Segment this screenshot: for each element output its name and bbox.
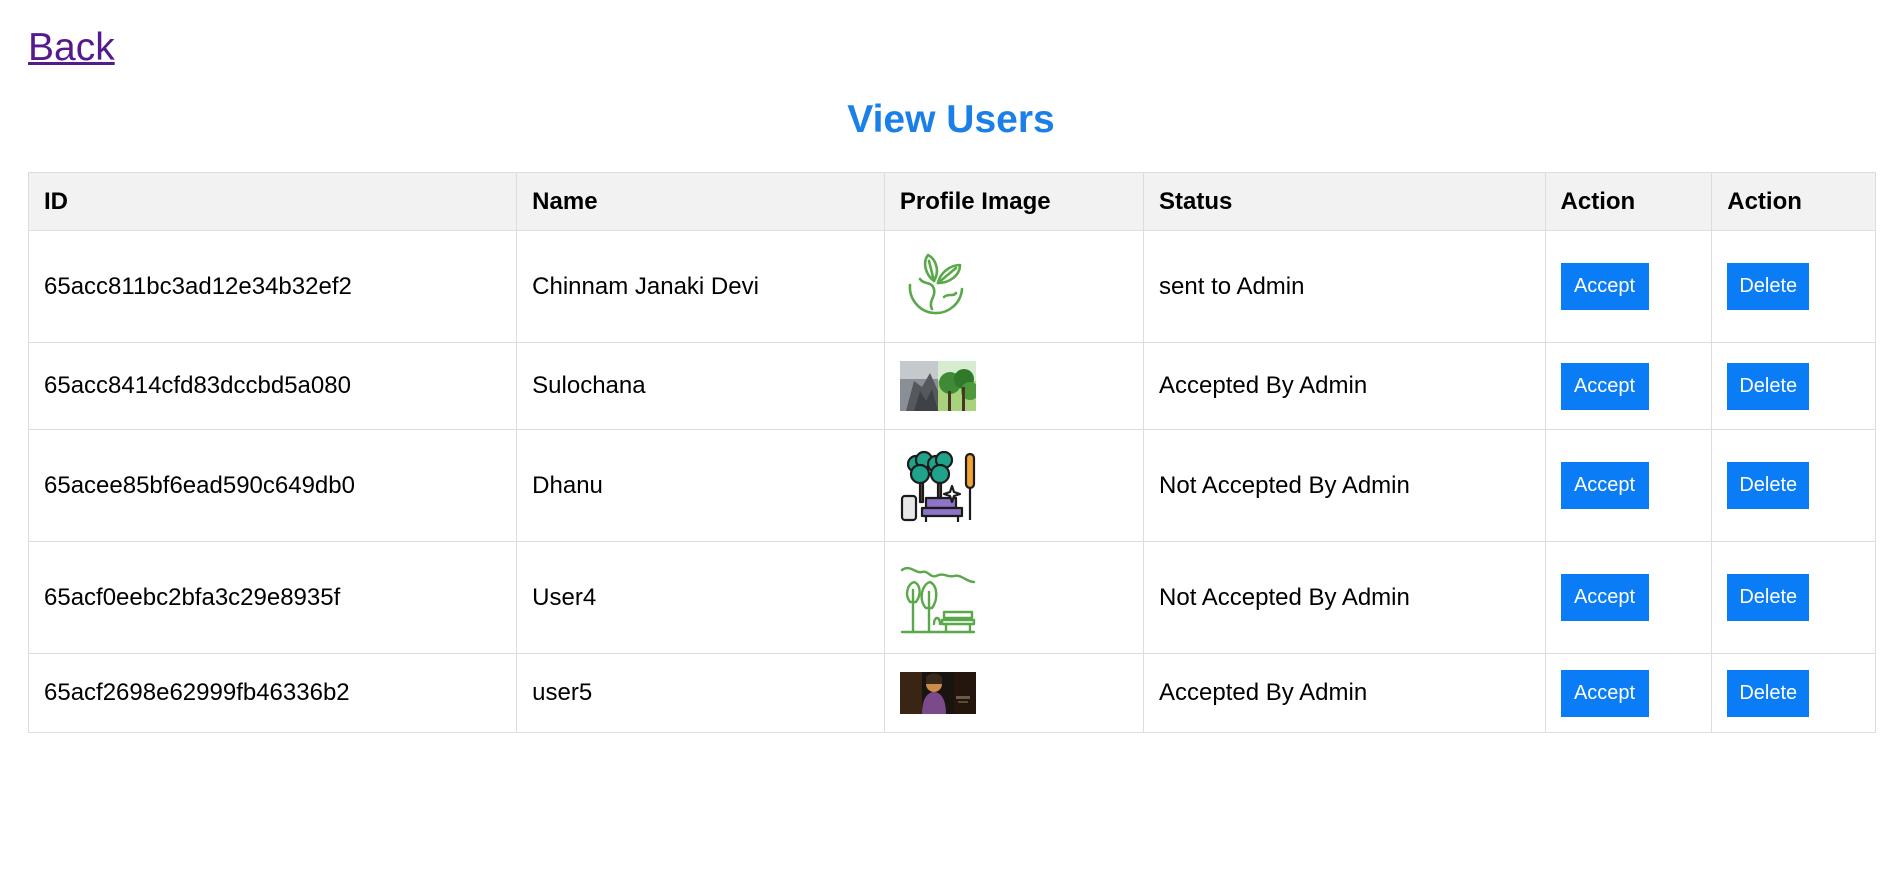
cell-status: sent to Admin [1143, 230, 1546, 343]
table-row: 65acf0eebc2bfa3c29e8935f User4 Not Accep… [27, 541, 1876, 654]
page: Back View Users ID Name Profile Image St… [0, 0, 1902, 894]
delete-button[interactable]: Delete [1727, 669, 1810, 717]
cell-profile-image [883, 653, 1145, 733]
eco-globe-leaves-icon [900, 251, 976, 323]
cell-profile-image [883, 429, 1145, 542]
delete-button[interactable]: Delete [1727, 462, 1810, 509]
table-row: 65acee85bf6ead590c649db0 Dhanu Not Accep… [27, 429, 1876, 542]
cell-profile-image [883, 541, 1145, 654]
delete-button[interactable]: Delete [1727, 263, 1810, 310]
cell-status: Not Accepted By Admin [1143, 541, 1546, 654]
header-profile-image: Profile Image [883, 172, 1145, 231]
park-outline-icon [900, 562, 976, 634]
cell-name: user5 [516, 653, 885, 733]
cell-status: Accepted By Admin [1143, 653, 1546, 733]
portrait-dark-photo [899, 672, 976, 714]
cell-name: Chinnam Janaki Devi [516, 230, 885, 343]
accept-button[interactable]: Accept [1560, 462, 1649, 509]
delete-button[interactable]: Delete [1727, 574, 1810, 621]
table-row: 65acf2698e62999fb46336b2 user5 Accepted … [27, 653, 1876, 733]
cell-status: Not Accepted By Admin [1143, 429, 1546, 542]
table-row: 65acc811bc3ad12e34b32ef2 Chinnam Janaki … [27, 230, 1876, 343]
page-title: View Users [847, 98, 1055, 141]
header-action-accept: Action [1544, 172, 1713, 231]
cell-profile-image [883, 342, 1145, 430]
park-bench-trees-icon [900, 450, 976, 522]
cell-status: Accepted By Admin [1143, 342, 1546, 430]
cell-id: 65acf2698e62999fb46336b2 [27, 653, 518, 733]
back-link[interactable]: Back [28, 26, 115, 70]
cell-id: 65acc8414cfd83dccbd5a080 [27, 342, 518, 430]
accept-button[interactable]: Accept [1560, 574, 1649, 621]
cell-name: User4 [516, 541, 885, 654]
delete-button[interactable]: Delete [1727, 362, 1810, 410]
header-status: Status [1143, 172, 1546, 231]
cell-id: 65acf0eebc2bfa3c29e8935f [27, 541, 518, 654]
accept-button[interactable]: Accept [1560, 669, 1649, 717]
accept-button[interactable]: Accept [1560, 263, 1649, 310]
accept-button[interactable]: Accept [1560, 362, 1649, 410]
nature-split-photo [899, 361, 976, 411]
table-header-row: ID Name Profile Image Status Action Acti… [27, 172, 1876, 231]
cell-name: Dhanu [516, 429, 885, 542]
cell-id: 65acc811bc3ad12e34b32ef2 [27, 230, 518, 343]
header-name: Name [516, 172, 885, 231]
cell-profile-image [883, 230, 1145, 343]
header-id: ID [27, 172, 518, 231]
cell-id: 65acee85bf6ead590c649db0 [27, 429, 518, 542]
users-table: ID Name Profile Image Status Action Acti… [27, 172, 1876, 733]
header-action-delete: Action [1711, 172, 1876, 231]
cell-name: Sulochana [516, 342, 885, 430]
table-row: 65acc8414cfd83dccbd5a080 Sulochana Accep… [27, 342, 1876, 430]
